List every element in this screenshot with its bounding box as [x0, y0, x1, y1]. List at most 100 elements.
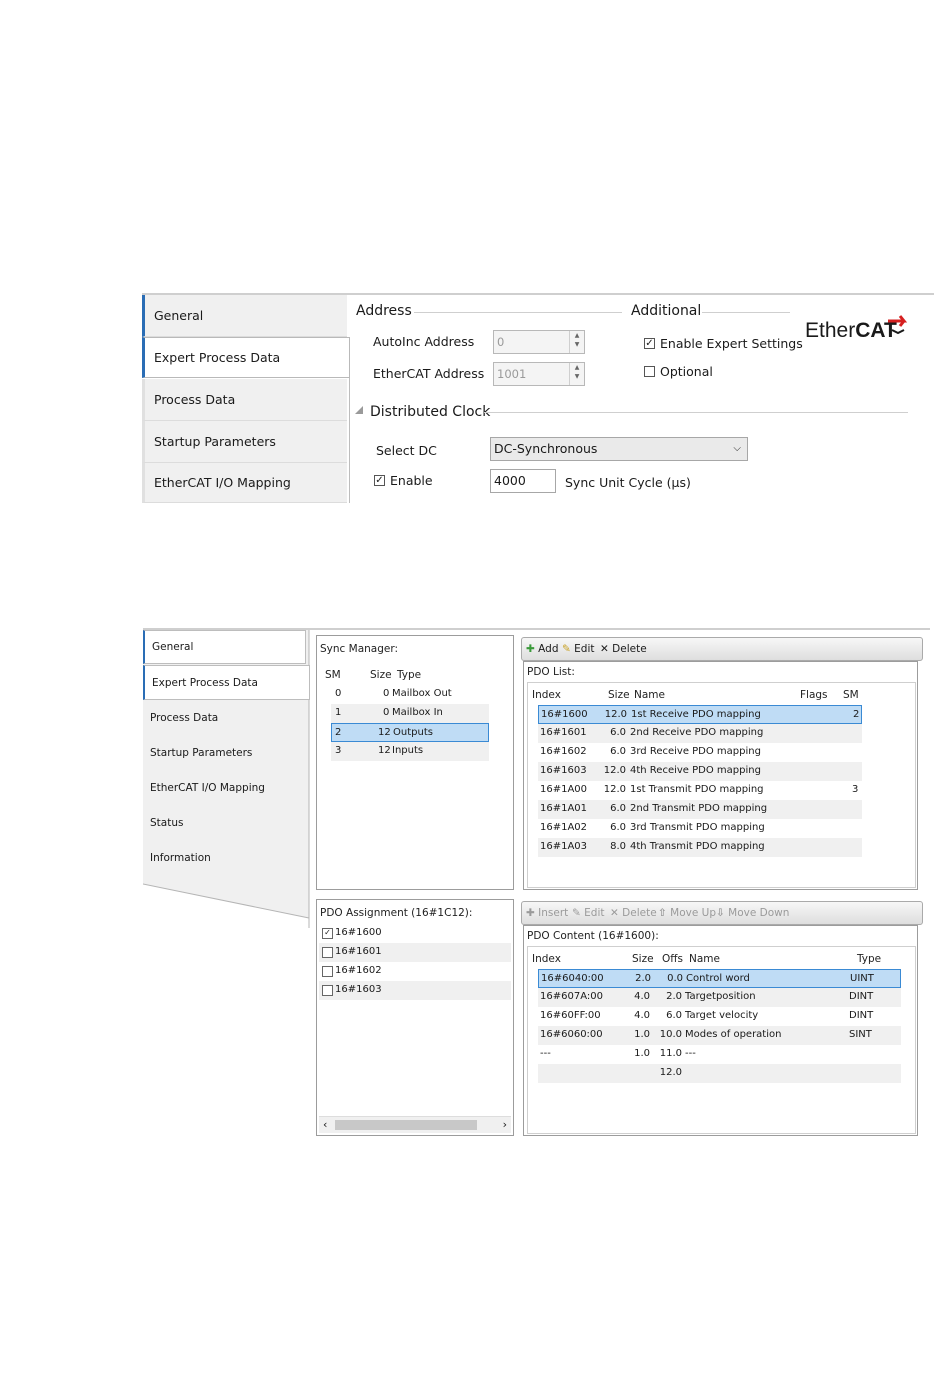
- pdo-list-row[interactable]: 16#1A01 6.0 2nd Transmit PDO mapping: [538, 800, 862, 819]
- pdo-assignment-row[interactable]: 16#1603: [319, 981, 511, 1000]
- sync-manager-row[interactable]: 2 12 Outputs: [331, 723, 489, 742]
- pdo-content-row[interactable]: 12.0: [538, 1064, 901, 1083]
- address-heading: Address: [356, 303, 412, 319]
- scrollbar-thumb[interactable]: [335, 1120, 477, 1130]
- size-cell: 6.0: [610, 746, 626, 757]
- tab-information[interactable]: Information: [143, 840, 306, 875]
- name-cell: Control word: [686, 973, 750, 984]
- enable-expert-settings-checkbox[interactable]: ✓: [644, 338, 655, 349]
- pdo-content-row[interactable]: 16#60FF:00 4.0 6.0 Target velocity DINT: [538, 1007, 901, 1026]
- delete-button[interactable]: ✕ Delete: [600, 643, 647, 655]
- ethercat-logo-arrow-icon: [888, 315, 908, 335]
- move-up-button[interactable]: ⇧ Move Up: [658, 907, 716, 919]
- plus-icon: ✚: [526, 907, 535, 919]
- device-general-panel: General Expert Process Data Process Data…: [142, 293, 934, 503]
- index-cell: ---: [540, 1048, 551, 1059]
- pdo-content-title: PDO Content (16#1600):: [527, 930, 659, 942]
- type-cell: Mailbox Out: [392, 688, 452, 699]
- size-cell: 12: [378, 745, 391, 756]
- tab-expert-process-data[interactable]: Expert Process Data: [142, 337, 350, 378]
- tab-general[interactable]: General: [143, 630, 306, 664]
- additional-divider: [702, 312, 790, 313]
- tab-process-data-label: Process Data: [154, 392, 236, 407]
- logo-ether: Ether: [805, 319, 856, 342]
- assignment-checkbox[interactable]: ✓: [322, 928, 333, 939]
- assignment-label: 16#1601: [335, 946, 382, 957]
- sync-manager-row[interactable]: 1 0 Mailbox In: [331, 704, 489, 723]
- sync-unit-cycle-input[interactable]: 4000: [490, 469, 556, 493]
- move-down-label: Move Down: [728, 907, 790, 919]
- tab-status[interactable]: Status: [143, 805, 306, 840]
- tab-ethercat-io-mapping[interactable]: EtherCAT I/O Mapping: [143, 770, 306, 805]
- name-cell: 1st Transmit PDO mapping: [630, 784, 764, 795]
- assignment-checkbox[interactable]: [322, 985, 333, 996]
- index-cell: 16#1A02: [540, 822, 588, 833]
- insert-button[interactable]: ✚ Insert: [526, 907, 568, 919]
- edit-icon: ✎: [562, 643, 571, 655]
- name-cell: Modes of operation: [685, 1029, 782, 1040]
- tab-ethercat-io-mapping[interactable]: EtherCAT I/O Mapping: [142, 463, 347, 503]
- pdo-list-row[interactable]: 16#1602 6.0 3rd Receive PDO mapping: [538, 743, 862, 762]
- tab-startup-parameters[interactable]: Startup Parameters: [143, 735, 306, 770]
- tab-general[interactable]: General: [142, 295, 347, 337]
- tab-startup-parameters-label: Startup Parameters: [150, 746, 253, 759]
- move-down-button[interactable]: ⇩ Move Down: [716, 907, 789, 919]
- type-cell: Mailbox In: [392, 707, 443, 718]
- spinner-arrows-icon[interactable]: ▲ ▼: [569, 363, 584, 385]
- edit-label: Edit: [584, 907, 605, 919]
- pdo-list-row[interactable]: 16#1A00 12.0 1st Transmit PDO mapping 3: [538, 781, 862, 800]
- pdo-list-row[interactable]: 16#1A03 8.0 4th Transmit PDO mapping: [538, 838, 862, 857]
- name-cell: 4th Receive PDO mapping: [630, 765, 761, 776]
- ethercat-address-field[interactable]: 1001 ▲ ▼: [493, 362, 585, 386]
- name-cell: Target velocity: [685, 1010, 759, 1021]
- select-dc-value: DC-Synchronous: [494, 441, 598, 456]
- spinner-arrows-icon[interactable]: ▲ ▼: [569, 331, 584, 353]
- name-column-header: Name: [689, 953, 720, 965]
- scroll-left-icon[interactable]: ‹: [323, 1118, 327, 1131]
- sync-manager-row[interactable]: 0 0 Mailbox Out: [331, 685, 489, 704]
- pdo-list-row[interactable]: 16#1603 12.0 4th Receive PDO mapping: [538, 762, 862, 781]
- delete-button[interactable]: ✕ Delete: [610, 907, 657, 919]
- sm-cell: 0: [335, 688, 342, 699]
- add-button[interactable]: ✚ Add: [526, 643, 559, 655]
- pdo-assignment-row[interactable]: 16#1602: [319, 962, 511, 981]
- sm-column-header: SM: [325, 669, 341, 681]
- edit-button[interactable]: ✎ Edit: [562, 643, 595, 655]
- autoinc-address-field[interactable]: 0 ▲ ▼: [493, 330, 585, 354]
- tab-process-data[interactable]: Process Data: [143, 701, 306, 735]
- assignment-checkbox[interactable]: [322, 966, 333, 977]
- tab-ethercat-io-mapping-label: EtherCAT I/O Mapping: [150, 781, 265, 794]
- pdo-content-row[interactable]: --- 1.0 11.0 ---: [538, 1045, 901, 1064]
- type-column-header: Type: [397, 669, 422, 681]
- optional-checkbox[interactable]: [644, 366, 655, 377]
- index-cell: 16#607A:00: [540, 991, 603, 1002]
- edit-button[interactable]: ✎ Edit: [572, 907, 605, 919]
- pdo-content-row[interactable]: 16#6060:00 1.0 10.0 Modes of operation SINT: [538, 1026, 901, 1045]
- horizontal-scrollbar[interactable]: ‹ ›: [319, 1116, 511, 1133]
- tab-column-divider: [349, 378, 350, 503]
- collapse-triangle-icon[interactable]: [355, 406, 363, 414]
- sync-manager-title: Sync Manager:: [320, 643, 399, 655]
- tab-startup-parameters[interactable]: Startup Parameters: [142, 421, 347, 463]
- pdo-assignment-row[interactable]: ✓ 16#1600: [319, 924, 511, 943]
- tab-process-data[interactable]: Process Data: [142, 379, 347, 421]
- size-cell: 4.0: [634, 991, 650, 1002]
- dc-enable-checkbox[interactable]: ✓: [374, 475, 385, 486]
- pdo-assignment-row[interactable]: 16#1601: [319, 943, 511, 962]
- pdo-list-row[interactable]: 16#1600 12.0 1st Receive PDO mapping 2: [538, 705, 862, 724]
- select-dc-dropdown[interactable]: DC-Synchronous ⌵: [490, 437, 748, 461]
- pdo-content-row[interactable]: 16#6040:00 2.0 0.0 Control word UINT: [538, 969, 901, 988]
- size-cell: 0: [383, 688, 390, 699]
- sm-cell: 1: [335, 707, 342, 718]
- pdo-list-row[interactable]: 16#1A02 6.0 3rd Transmit PDO mapping: [538, 819, 862, 838]
- sync-unit-cycle-value: 4000: [494, 473, 526, 488]
- sync-manager-row[interactable]: 3 12 Inputs: [331, 742, 489, 761]
- arrow-up-icon: ⇧: [658, 907, 667, 919]
- assignment-checkbox[interactable]: [322, 947, 333, 958]
- scroll-right-icon[interactable]: ›: [503, 1118, 507, 1131]
- tab-expert-process-data[interactable]: Expert Process Data: [143, 665, 310, 700]
- edit-label: Edit: [574, 643, 595, 655]
- type-cell: Inputs: [392, 745, 424, 756]
- pdo-list-row[interactable]: 16#1601 6.0 2nd Receive PDO mapping: [538, 724, 862, 743]
- pdo-content-row[interactable]: 16#607A:00 4.0 2.0 Targetposition DINT: [538, 988, 901, 1007]
